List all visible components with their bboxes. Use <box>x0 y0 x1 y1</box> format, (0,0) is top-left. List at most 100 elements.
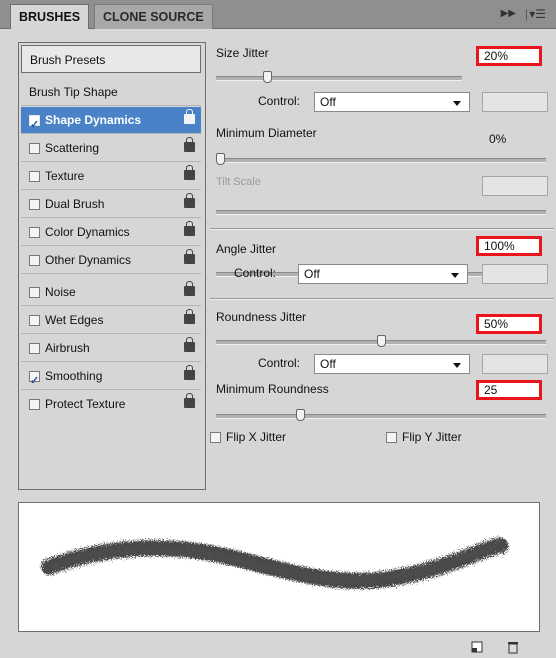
slider-thumb[interactable] <box>216 153 225 165</box>
brush-settings-list: Brush Presets Brush Tip Shape Shape Dyna… <box>18 42 206 490</box>
control-fade-input[interactable] <box>482 264 548 284</box>
double-chevron-right-icon[interactable]: ▶▶ <box>501 8 516 19</box>
minimum-roundness-input[interactable]: 25 <box>476 380 542 400</box>
airbrush-checkbox[interactable] <box>29 343 40 354</box>
minimum-diameter-slider[interactable] <box>216 153 546 165</box>
list-item-noise[interactable]: Noise <box>21 279 201 306</box>
noise-checkbox[interactable] <box>29 287 40 298</box>
list-item-texture[interactable]: Texture <box>21 163 201 190</box>
flip-x-label: Flip X Jitter <box>226 430 287 444</box>
chevron-down-icon <box>451 273 459 278</box>
lock-icon[interactable] <box>184 221 195 236</box>
panel-bottom-bar <box>0 636 556 658</box>
control-select[interactable]: Off <box>298 264 468 284</box>
chevron-down-icon <box>453 101 461 106</box>
stroke-preview-image <box>41 537 511 589</box>
lock-icon[interactable] <box>184 137 195 152</box>
flip-x-option[interactable]: Flip X Jitter <box>210 430 286 444</box>
control-select[interactable]: Off <box>314 92 470 112</box>
section-divider <box>210 298 554 300</box>
slider-thumb[interactable] <box>263 71 273 83</box>
angle-jitter-label: Angle Jitter <box>216 242 277 256</box>
smoothing-checkbox[interactable] <box>29 368 40 395</box>
minimum-roundness-label: Minimum Roundness <box>216 382 329 396</box>
control-label: Control: <box>258 94 301 108</box>
control-select-value: Off <box>320 95 336 109</box>
list-item-dual-brush[interactable]: Dual Brush <box>21 191 201 218</box>
lock-icon[interactable] <box>184 337 195 352</box>
brushes-panel: BRUSHES CLONE SOURCE ▶▶ | ▾☰ Brush Prese… <box>0 0 556 658</box>
minimum-diameter-input[interactable]: 0% <box>482 130 548 150</box>
tab-clone-source[interactable]: CLONE SOURCE <box>94 4 213 29</box>
flip-y-checkbox[interactable] <box>386 432 397 443</box>
flip-y-label: Flip Y Jitter <box>402 430 462 444</box>
angle-jitter-input[interactable]: 100% <box>476 236 542 256</box>
tab-bar: BRUSHES CLONE SOURCE ▶▶ | ▾☰ <box>0 0 556 29</box>
list-item-smoothing[interactable]: Smoothing <box>21 363 201 395</box>
control-label: Control: <box>234 266 277 280</box>
new-preset-icon[interactable] <box>470 640 484 654</box>
roundness-jitter-label: Roundness Jitter <box>216 310 307 324</box>
wet-edges-checkbox[interactable] <box>29 315 40 326</box>
flip-x-checkbox[interactable] <box>210 432 221 443</box>
size-jitter-label: Size Jitter <box>216 46 269 60</box>
tilt-scale-label: Tilt Scale <box>216 176 261 188</box>
chevron-down-icon <box>453 363 461 368</box>
trash-icon[interactable] <box>506 640 520 654</box>
tab-brushes[interactable]: BRUSHES <box>10 4 90 29</box>
texture-checkbox[interactable] <box>29 171 40 182</box>
roundness-jitter-slider[interactable] <box>216 335 546 347</box>
brush-presets-button[interactable]: Brush Presets <box>21 45 201 73</box>
lock-icon[interactable] <box>184 309 195 324</box>
minimum-diameter-label: Minimum Diameter <box>216 126 317 140</box>
section-divider <box>210 228 554 230</box>
lock-icon[interactable] <box>184 281 195 296</box>
list-item-other-dynamics[interactable]: Other Dynamics <box>21 247 201 274</box>
list-item-airbrush[interactable]: Airbrush <box>21 335 201 362</box>
list-item-label: Wet Edges <box>45 313 104 327</box>
list-item-label: Protect Texture <box>45 397 126 411</box>
list-item-wet-edges[interactable]: Wet Edges <box>21 307 201 334</box>
list-item-label: Noise <box>45 285 76 299</box>
control-fade-input[interactable] <box>482 354 548 374</box>
list-item-label: Smoothing <box>45 369 103 383</box>
roundness-jitter-input[interactable]: 50% <box>476 314 542 334</box>
shape-dynamics-settings: Size Jitter 20% Control: Off Minimum Dia… <box>210 42 554 488</box>
minimum-roundness-slider[interactable] <box>216 409 546 421</box>
control-select[interactable]: Off <box>314 354 470 374</box>
list-item-label: Shape Dynamics <box>45 113 142 127</box>
brush-stroke-preview <box>18 502 540 632</box>
list-item-label: Texture <box>45 169 85 183</box>
list-item-label: Color Dynamics <box>45 225 130 239</box>
brush-tip-shape-item[interactable]: Brush Tip Shape <box>21 79 201 106</box>
lock-icon[interactable] <box>184 393 195 408</box>
list-item-protect-texture[interactable]: Protect Texture <box>21 391 201 418</box>
lock-icon[interactable] <box>184 109 195 124</box>
size-jitter-input[interactable]: 20% <box>476 46 542 66</box>
control-select-value: Off <box>304 267 320 281</box>
control-fade-input[interactable] <box>482 92 548 112</box>
color-dynamics-checkbox[interactable] <box>29 227 40 238</box>
dual-brush-checkbox[interactable] <box>29 199 40 210</box>
slider-thumb[interactable] <box>296 409 306 421</box>
tilt-scale-slider <box>216 210 546 215</box>
list-item-shape-dynamics[interactable]: Shape Dynamics <box>21 107 201 139</box>
lock-icon[interactable] <box>184 165 195 180</box>
lock-icon[interactable] <box>184 249 195 264</box>
panel-menu-icon[interactable]: ▾☰ <box>529 7 546 21</box>
size-jitter-slider[interactable] <box>216 71 462 83</box>
scattering-checkbox[interactable] <box>29 143 40 154</box>
list-item-scattering[interactable]: Scattering <box>21 135 201 162</box>
list-item-label: Airbrush <box>45 341 90 355</box>
protect-texture-checkbox[interactable] <box>29 399 40 410</box>
shape-dynamics-checkbox[interactable] <box>29 112 40 139</box>
control-label: Control: <box>258 356 301 370</box>
slider-thumb[interactable] <box>376 335 386 347</box>
flip-y-option[interactable]: Flip Y Jitter <box>386 430 462 444</box>
lock-icon[interactable] <box>184 193 195 208</box>
lock-icon[interactable] <box>184 365 195 380</box>
control-select-value: Off <box>320 357 336 371</box>
list-item-label: Dual Brush <box>45 197 105 211</box>
list-item-color-dynamics[interactable]: Color Dynamics <box>21 219 201 246</box>
other-dynamics-checkbox[interactable] <box>29 255 40 266</box>
